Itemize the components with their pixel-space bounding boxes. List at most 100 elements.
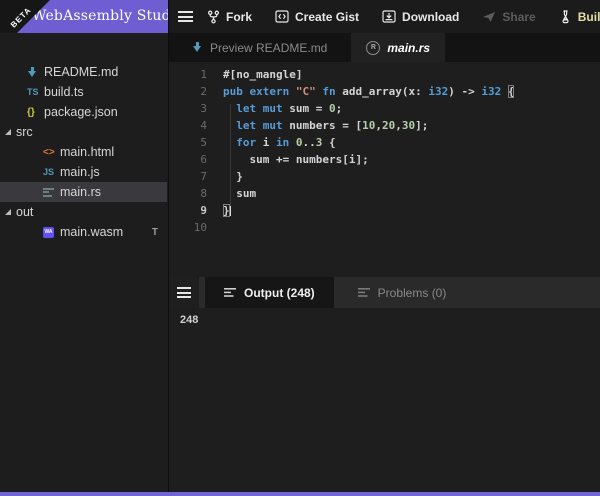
output-console[interactable]: 248	[169, 308, 600, 492]
line-number: 10	[169, 219, 207, 236]
line-number: 7	[169, 168, 207, 185]
folder-expanded-icon	[5, 209, 11, 215]
share-label: Share	[502, 10, 535, 24]
line-number: 6	[169, 151, 207, 168]
code-line-8[interactable]: 8 sum	[169, 185, 600, 202]
tab-preview-readme[interactable]: Preview README.md	[177, 33, 342, 62]
file-label: README.md	[44, 65, 118, 79]
code-line-6[interactable]: 6 sum += numbers[i];	[169, 151, 600, 168]
rust-file-icon	[43, 186, 60, 198]
code-text: }	[207, 202, 231, 219]
wasm-icon: WA	[43, 227, 60, 238]
fork-icon	[207, 10, 220, 24]
file-label: main.html	[60, 145, 114, 159]
rust-icon: R	[366, 41, 380, 55]
download-label: Download	[402, 10, 459, 24]
file-label: src	[16, 125, 33, 139]
code-text: for i in 0..3 {	[207, 134, 336, 151]
code-line-10[interactable]: 10	[169, 219, 600, 236]
build-button[interactable]: Build	[559, 10, 600, 24]
line-number: 3	[169, 100, 207, 117]
html-icon: <>	[43, 147, 60, 158]
tree-item-main-js[interactable]: JSmain.js	[0, 162, 167, 182]
line-number: 4	[169, 117, 207, 134]
tab-output[interactable]: Output (248)	[205, 277, 334, 308]
code-text: }	[207, 168, 243, 185]
tree-item-readme-md[interactable]: README.md	[0, 62, 167, 82]
line-number: 1	[169, 66, 207, 83]
tab-main-rs[interactable]: R main.rs	[351, 33, 445, 62]
file-label: build.ts	[44, 85, 84, 99]
line-number: 8	[169, 185, 207, 202]
line-number: 9	[169, 202, 207, 219]
editor-tab-bar: Preview README.md R main.rs	[169, 33, 600, 62]
code-text: sum	[207, 185, 256, 202]
indent-guide	[230, 104, 231, 206]
problems-lines-icon	[358, 287, 370, 298]
file-label: package.json	[44, 105, 118, 119]
code-text: let mut sum = 0;	[207, 100, 342, 117]
main-area: Fork Create Gist Download Share	[169, 0, 600, 496]
create-gist-label: Create Gist	[295, 10, 359, 24]
code-line-4[interactable]: 4 let mut numbers = [10,20,30];	[169, 117, 600, 134]
code-line-1[interactable]: 1#[no_mangle]	[169, 66, 600, 83]
line-number: 2	[169, 83, 207, 100]
file-label: main.js	[60, 165, 100, 179]
code-text: let mut numbers = [10,20,30];	[207, 117, 428, 134]
tree-item-build-ts[interactable]: TSbuild.ts	[0, 82, 167, 102]
code-line-2[interactable]: 2pub extern "C" fn add_array(x: i32) -> …	[169, 83, 600, 100]
code-text: pub extern "C" fn add_array(x: i32) -> i…	[207, 83, 514, 100]
app-header: WebAssembly Studio BETA	[0, 0, 168, 33]
tree-item-main-html[interactable]: <>main.html	[0, 142, 167, 162]
sidebar: WebAssembly Studio BETA README.mdTSbuild…	[0, 0, 169, 496]
code-editor[interactable]: 1#[no_mangle]2pub extern "C" fn add_arra…	[169, 62, 600, 281]
menu-icon[interactable]	[178, 9, 193, 25]
tab-problems[interactable]: Problems (0)	[339, 277, 466, 308]
markdown-icon	[27, 67, 44, 78]
gist-icon	[275, 10, 289, 23]
output-value: 248	[180, 314, 198, 326]
file-label: main.wasm	[60, 225, 123, 239]
file-label: main.rs	[60, 185, 101, 199]
file-badge: T	[152, 227, 158, 238]
fork-button[interactable]: Fork	[207, 10, 252, 24]
code-text: #[no_mangle]	[207, 66, 302, 83]
problems-tab-label: Problems (0)	[378, 286, 447, 300]
tree-item-src[interactable]: src	[0, 122, 167, 142]
code-line-9[interactable]: 9}	[169, 202, 600, 219]
code-area: 1#[no_mangle]2pub extern "C" fn add_arra…	[169, 66, 600, 236]
download-button[interactable]: Download	[382, 10, 459, 24]
tab-label: main.rs	[387, 41, 430, 55]
code-line-3[interactable]: 3 let mut sum = 0;	[169, 100, 600, 117]
output-panel-tabs: Output (248) Problems (0)	[169, 277, 600, 308]
javascript-icon: JS	[43, 167, 60, 177]
code-text: sum += numbers[i];	[207, 151, 369, 168]
tree-item-package-json[interactable]: {}package.json	[0, 102, 167, 122]
download-icon	[382, 10, 396, 23]
output-menu-icon[interactable]	[169, 277, 199, 308]
folder-expanded-icon	[5, 129, 11, 135]
typescript-icon: TS	[27, 87, 44, 97]
fork-label: Fork	[226, 10, 252, 24]
create-gist-button[interactable]: Create Gist	[275, 10, 359, 24]
build-label: Build	[578, 10, 600, 24]
tab-label: Preview README.md	[210, 41, 327, 55]
code-line-7[interactable]: 7 }	[169, 168, 600, 185]
code-text	[207, 219, 223, 236]
build-icon	[559, 10, 572, 24]
tree-item-main-rs[interactable]: main.rs	[0, 182, 167, 202]
markdown-arrow-icon	[192, 42, 203, 53]
file-tree: README.mdTSbuild.ts{}package.jsonsrc<>ma…	[0, 62, 167, 242]
toolbar: Fork Create Gist Download Share	[169, 0, 600, 33]
bottom-accent-bar	[0, 492, 600, 496]
output-lines-icon	[224, 287, 236, 298]
file-label: out	[16, 205, 33, 219]
line-number: 5	[169, 134, 207, 151]
tree-item-main-wasm[interactable]: WAmain.wasm T	[0, 222, 167, 242]
share-button: Share	[482, 10, 535, 24]
code-line-5[interactable]: 5 for i in 0..3 {	[169, 134, 600, 151]
json-icon: {}	[27, 107, 44, 118]
share-icon	[482, 10, 496, 23]
tree-item-out[interactable]: out	[0, 202, 167, 222]
output-tab-label: Output (248)	[244, 286, 315, 300]
